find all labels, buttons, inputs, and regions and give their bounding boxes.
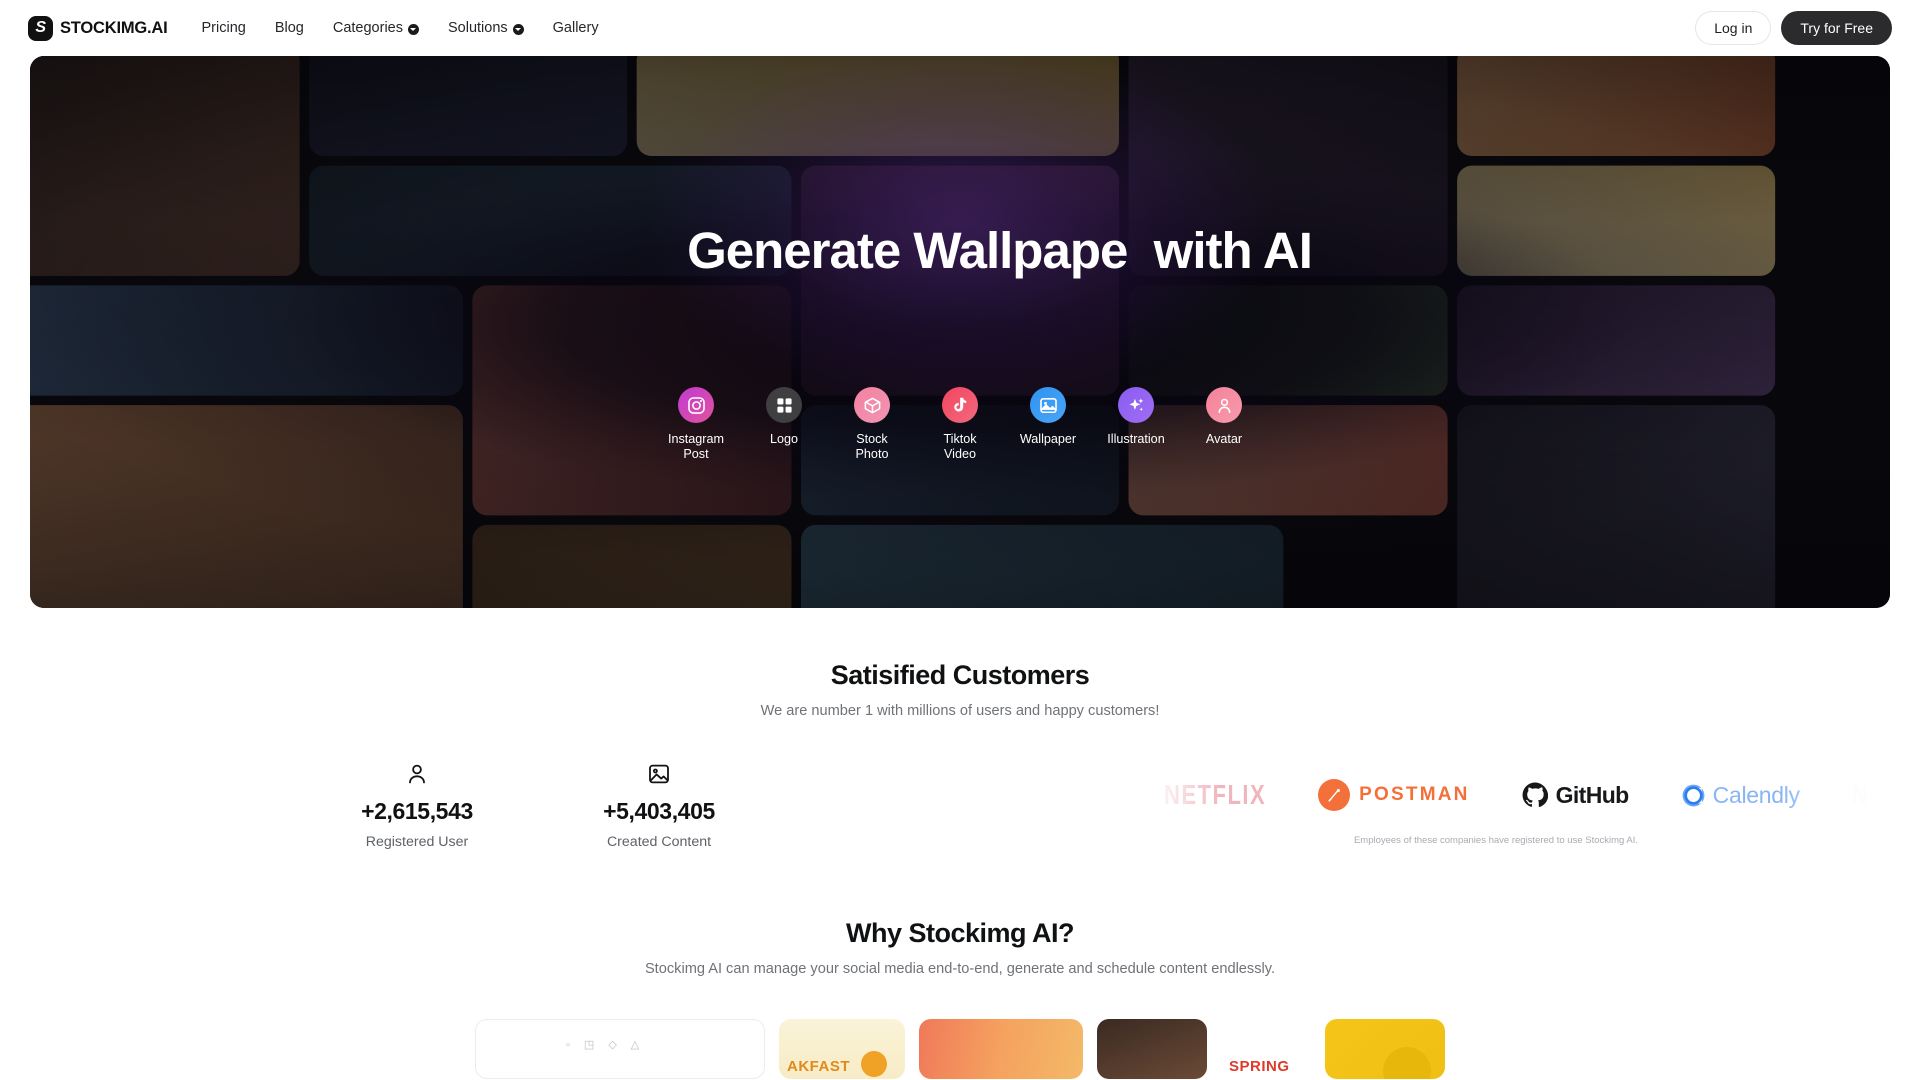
hero-category-label: Instagram Post bbox=[668, 432, 724, 461]
nav-pricing[interactable]: Pricing bbox=[202, 20, 246, 36]
main-nav: Pricing Blog Categories Solutions Gallery bbox=[202, 20, 599, 36]
hero-category-label: Illustration bbox=[1107, 432, 1165, 447]
instagram-icon bbox=[678, 387, 714, 424]
grid-icon bbox=[766, 387, 802, 424]
breakfast-card[interactable]: AKFAST bbox=[779, 1019, 905, 1079]
sparkle-icon bbox=[1118, 387, 1154, 424]
stat-value: +2,615,543 bbox=[361, 798, 473, 824]
hero-category-instagram-post[interactable]: Instagram Post bbox=[665, 387, 727, 461]
nav-item-label: Solutions bbox=[447, 20, 508, 36]
hero-category-label: Logo bbox=[769, 432, 799, 447]
hero-category-label: Wallpaper bbox=[1019, 432, 1077, 447]
hero-category-wallpaper[interactable]: Wallpaper bbox=[1017, 387, 1079, 446]
why-card-strip: ▫ ◳ ◇ △ AKFAST SPRING bbox=[0, 1019, 1920, 1079]
sketch-doodles: ▫ ◳ ◇ △ bbox=[566, 1039, 640, 1051]
hero-content: Generate Wallpape with AI Instagram Post… bbox=[30, 56, 1890, 608]
hero-headline-prefix: Generate bbox=[687, 221, 914, 279]
image-icon bbox=[1030, 387, 1066, 424]
stat-label: Created Content bbox=[606, 834, 712, 850]
calendly-logo: Calendly bbox=[1681, 782, 1800, 809]
github-wordmark: GitHub bbox=[1555, 781, 1630, 808]
stat-label: Registered User bbox=[365, 834, 469, 850]
netflix-logo: NETFLIX bbox=[1164, 778, 1267, 810]
person-icon bbox=[1206, 387, 1242, 424]
hero-headline-typed-word: Wallpape bbox=[913, 221, 1128, 279]
nav-item-label: Categories bbox=[332, 20, 403, 36]
stat-card: +5,403,405 Created Content bbox=[584, 761, 734, 850]
calendly-wordmark: Calendly bbox=[1712, 781, 1800, 808]
try-for-free-button[interactable]: Try for Free bbox=[1781, 11, 1892, 45]
box-icon bbox=[854, 387, 890, 424]
customer-logos-note: Employees of these companies have regist… bbox=[1353, 835, 1639, 846]
customers-subtitle: We are number 1 with millions of users a… bbox=[760, 703, 1160, 719]
hero-category-row: Instagram Post Logo Stock Photo Tiktok Vide… bbox=[665, 387, 1255, 461]
stat-value: +5,403,405 bbox=[603, 798, 715, 824]
postman-logo: POSTMAN bbox=[1318, 779, 1469, 811]
chevron-down-icon bbox=[512, 23, 524, 35]
nav-item-label: Gallery bbox=[552, 20, 599, 36]
why-section: Why Stockimg AI? Stockimg AI can manage … bbox=[0, 850, 1920, 1079]
nav-categories[interactable]: Categories bbox=[333, 20, 419, 36]
github-logo: GitHub bbox=[1522, 782, 1629, 809]
customers-section: Satisified Customers We are number 1 wit… bbox=[0, 608, 1920, 850]
hero-category-illustration[interactable]: Illustration bbox=[1105, 387, 1167, 446]
calendly-icon bbox=[1682, 784, 1705, 806]
postman-icon bbox=[1318, 779, 1351, 811]
hero-category-label: Stock Photo bbox=[855, 432, 889, 461]
site-header: S STOCKIMG.AI Pricing Blog Categories Solut… bbox=[0, 0, 1920, 56]
header-actions: Log in Try for Free bbox=[1695, 11, 1892, 45]
card-text: AKFAST bbox=[787, 1058, 850, 1075]
orange-gradient-card[interactable] bbox=[919, 1019, 1083, 1079]
hero-category-stock-photo[interactable]: Stock Photo bbox=[841, 387, 903, 461]
card-text: SPRING bbox=[1229, 1058, 1290, 1075]
hero-headline-suffix: with AI bbox=[1127, 221, 1313, 279]
customers-title: Satisified Customers bbox=[830, 660, 1090, 690]
nav-blog[interactable]: Blog bbox=[275, 20, 304, 36]
sketch-card[interactable]: ▫ ◳ ◇ △ bbox=[475, 1019, 765, 1079]
why-subtitle: Stockimg AI can manage your social media… bbox=[644, 961, 1276, 977]
stats-group: +2,615,543 Registered User +5,403,405 Creat… bbox=[30, 761, 734, 850]
customer-logos-row: NETFLIX POSTMAN GitHub Calendly N bbox=[1150, 773, 1890, 817]
portrait-card[interactable] bbox=[1097, 1019, 1207, 1079]
why-title: Why Stockimg AI? bbox=[845, 918, 1075, 948]
user-icon bbox=[405, 761, 429, 787]
github-icon bbox=[1522, 782, 1548, 807]
stockimg-logo-icon: S bbox=[28, 15, 53, 41]
log-in-button[interactable]: Log in bbox=[1695, 11, 1772, 45]
hero-category-label: Avatar bbox=[1205, 432, 1243, 447]
next-logo-partial: N bbox=[1851, 778, 1870, 810]
hero-category-tiktok-video[interactable]: Tiktok Video bbox=[929, 387, 991, 461]
stats-row: +2,615,543 Registered User +5,403,405 Creat… bbox=[0, 761, 1920, 850]
hero-headline: Generate Wallpape with AI bbox=[608, 167, 1313, 335]
hero-category-logo[interactable]: Logo bbox=[753, 387, 815, 446]
chevron-down-icon bbox=[407, 23, 419, 35]
tiktok-icon bbox=[942, 387, 978, 424]
nav-item-label: Pricing bbox=[201, 20, 246, 36]
yellow-circle-shape bbox=[1383, 1047, 1431, 1079]
brand-name: STOCKIMG.AI bbox=[60, 18, 168, 37]
hero-banner: Generate Wallpape with AI Instagram Post… bbox=[30, 56, 1890, 608]
nav-item-label: Blog bbox=[274, 20, 304, 36]
hero-category-avatar[interactable]: Avatar bbox=[1193, 387, 1255, 446]
stat-card: +2,615,543 Registered User bbox=[342, 761, 492, 850]
brand-logo[interactable]: S STOCKIMG.AI bbox=[28, 15, 168, 41]
nav-solutions[interactable]: Solutions bbox=[448, 20, 524, 36]
postman-wordmark: POSTMAN bbox=[1359, 784, 1470, 805]
hero-category-label: Tiktok Video bbox=[943, 432, 977, 461]
spring-card[interactable]: SPRING bbox=[1221, 1019, 1311, 1079]
sun-circle-icon bbox=[861, 1051, 887, 1077]
customer-logos: NETFLIX POSTMAN GitHub Calendly N Employ… bbox=[1150, 761, 1890, 846]
nav-gallery[interactable]: Gallery bbox=[553, 20, 599, 36]
image-icon bbox=[647, 761, 671, 787]
yellow-card[interactable] bbox=[1325, 1019, 1445, 1079]
